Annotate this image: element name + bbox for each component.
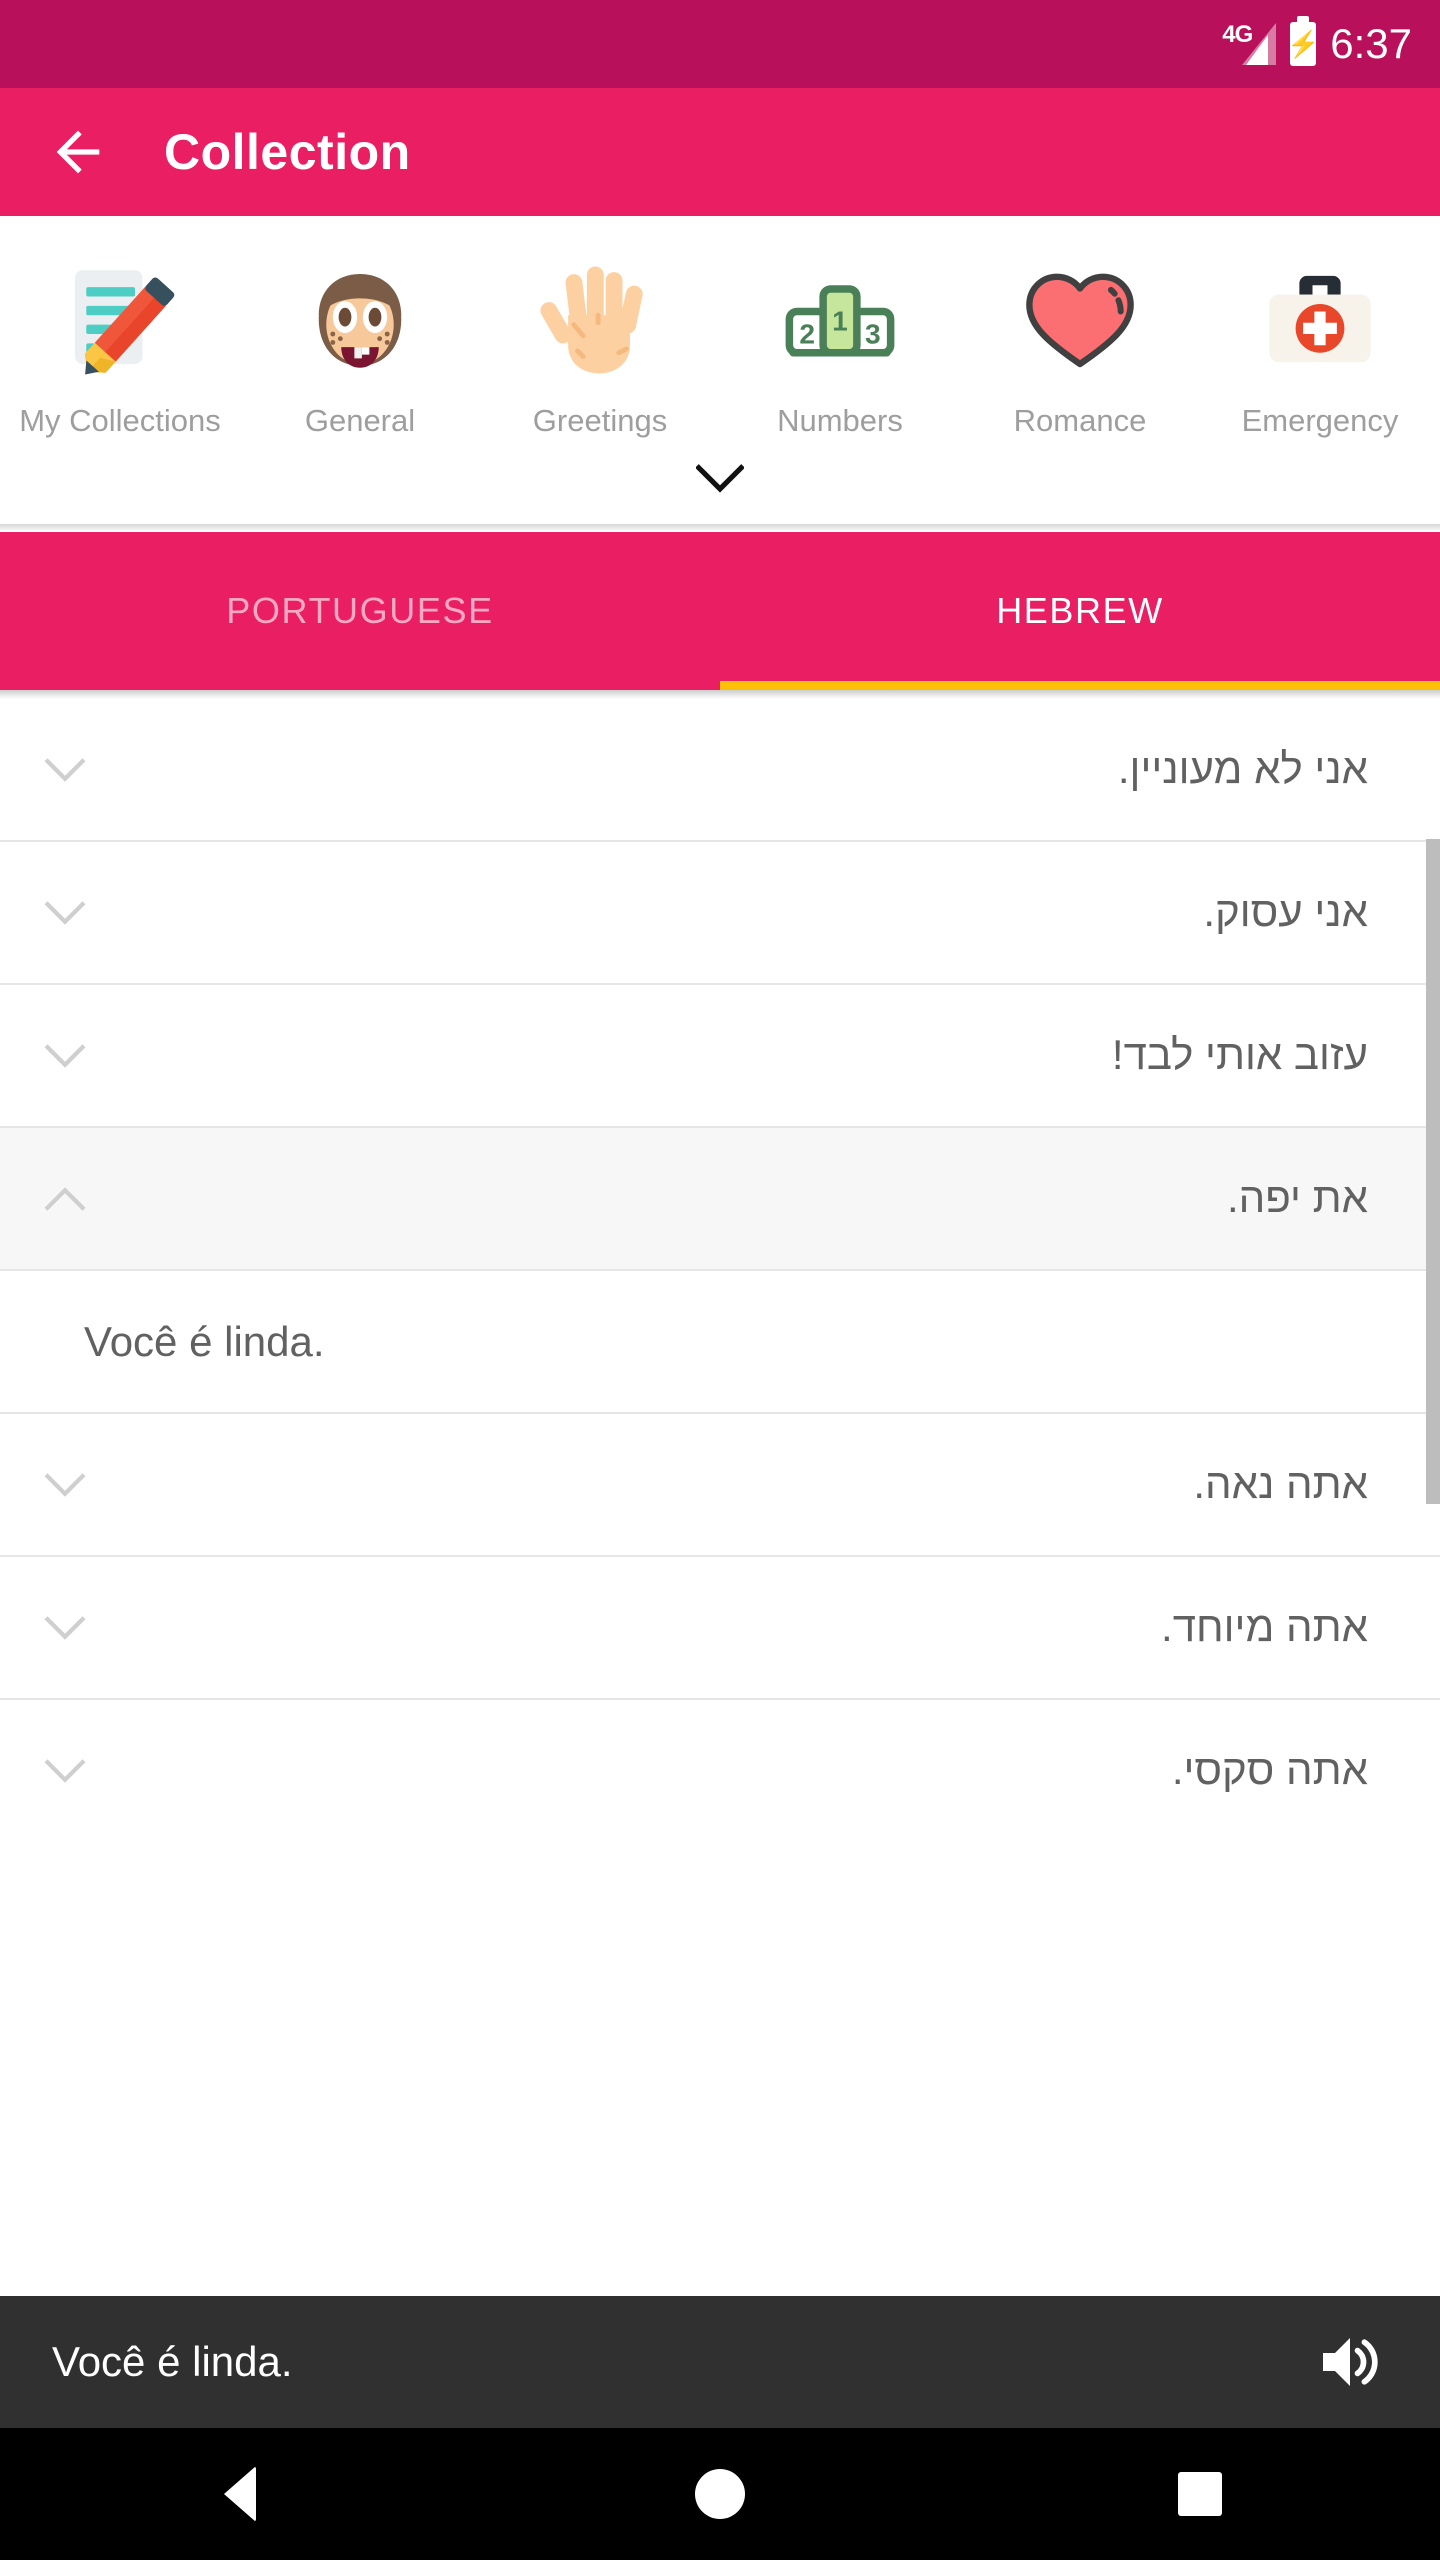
- battery-charging-icon: ⚡: [1287, 16, 1320, 66]
- phrase-text: אתה סקסי.: [1171, 1746, 1368, 1794]
- triangle-back-icon[interactable]: [180, 2434, 300, 2554]
- table-row[interactable]: אני עסוק.: [0, 842, 1440, 986]
- phrase-list[interactable]: אני לא מעוניין. אני עסוק. עזוב אותי לבד!…: [0, 699, 1440, 1830]
- categories-shadow: [0, 524, 1440, 533]
- signal-triangle-fg: [1246, 35, 1269, 65]
- note-pencil-icon: [45, 244, 195, 394]
- clock-label: 6:37: [1330, 20, 1412, 67]
- category-label: Romance: [1013, 403, 1147, 438]
- svg-text:2: 2: [799, 318, 815, 349]
- volume-up-icon[interactable]: [1308, 2320, 1392, 2404]
- recents-square-shape: [1178, 2472, 1222, 2516]
- category-label: Numbers: [777, 403, 903, 438]
- home-circle-shape: [695, 2469, 745, 2519]
- first-aid-kit-icon: [1245, 244, 1395, 394]
- table-row-expanded[interactable]: את יפה.: [0, 1128, 1440, 1272]
- category-item-emergency[interactable]: Emergency: [1200, 244, 1440, 438]
- chevron-down-icon[interactable]: [0, 1472, 130, 1498]
- tab-portuguese[interactable]: PORTUGUESE: [0, 532, 720, 690]
- tab-label: PORTUGUESE: [226, 590, 494, 632]
- chevron-down-icon[interactable]: [0, 1758, 130, 1784]
- table-row[interactable]: אתה נאה.: [0, 1414, 1440, 1558]
- table-row[interactable]: אתה סקסי.: [0, 1700, 1440, 1830]
- phrase-text: עזוב אותי לבד!: [1111, 1031, 1368, 1079]
- podium-icon: 2 1 3: [765, 244, 915, 394]
- category-label: My Collections: [19, 403, 221, 438]
- phrase-text: אתה מיוחד.: [1161, 1603, 1368, 1651]
- square-recents-icon[interactable]: [1140, 2434, 1260, 2554]
- category-label: Greetings: [532, 403, 668, 438]
- chevron-down-icon[interactable]: [0, 757, 130, 783]
- category-item-my-collections[interactable]: My Collections: [0, 244, 240, 438]
- signal-bars-icon: 4G: [1222, 19, 1277, 69]
- audio-player-bar: Você é linda.: [0, 2296, 1440, 2428]
- category-item-numbers[interactable]: 2 1 3 Numbers: [720, 244, 960, 438]
- phrase-text: את יפה.: [1226, 1174, 1368, 1222]
- category-item-romance[interactable]: Romance: [960, 244, 1200, 438]
- list-scrollbar[interactable]: [1426, 839, 1440, 1505]
- app-bar: Collection: [0, 88, 1440, 224]
- player-phrase-label: Você é linda.: [52, 2338, 293, 2385]
- chevron-up-icon[interactable]: [0, 1186, 130, 1212]
- table-row[interactable]: אתה מיוחד.: [0, 1557, 1440, 1701]
- translation-row: Você é linda.: [0, 1271, 1440, 1415]
- face-icon: [285, 244, 435, 394]
- battery-bolt-glyph: ⚡: [1287, 29, 1320, 59]
- svg-text:3: 3: [865, 318, 881, 349]
- category-label: General: [304, 403, 416, 438]
- chevron-down-icon[interactable]: [0, 1615, 130, 1641]
- phrase-text: אני לא מעוניין.: [1117, 745, 1368, 793]
- table-row[interactable]: עזוב אותי לבד!: [0, 985, 1440, 1129]
- table-row[interactable]: אני לא מעוניין.: [0, 699, 1440, 843]
- back-arrow-icon[interactable]: [46, 120, 110, 184]
- tab-active-indicator: [720, 681, 1440, 691]
- expand-categories-button[interactable]: [0, 438, 1440, 524]
- category-item-general[interactable]: General: [240, 244, 480, 438]
- tab-hebrew[interactable]: HEBREW: [720, 532, 1440, 690]
- chevron-down-icon: [695, 463, 745, 499]
- status-bar: 4G ⚡ 6:37: [0, 0, 1440, 88]
- category-label: Emergency: [1241, 403, 1399, 438]
- page-title: Collection: [164, 124, 411, 180]
- android-nav-bar: [0, 2428, 1440, 2560]
- chevron-down-icon[interactable]: [0, 1043, 130, 1069]
- hand-wave-icon: [525, 244, 675, 394]
- category-item-greetings[interactable]: Greetings: [480, 244, 720, 438]
- category-list: My Collections General Greetings 2 1 3 N…: [0, 216, 1440, 438]
- language-tabs: PORTUGUESE HEBREW: [0, 532, 1440, 691]
- heart-icon: [1005, 244, 1155, 394]
- circle-home-icon[interactable]: [660, 2434, 780, 2554]
- tabs-shadow: [0, 690, 1440, 700]
- back-triangle-shape: [224, 2466, 256, 2522]
- tab-label: HEBREW: [996, 590, 1164, 632]
- svg-text:1: 1: [832, 305, 848, 336]
- phrase-text: אני עסוק.: [1203, 888, 1368, 936]
- phrase-text: אתה נאה.: [1193, 1460, 1368, 1508]
- chevron-down-icon[interactable]: [0, 900, 130, 926]
- category-panel: My Collections General Greetings 2 1 3 N…: [0, 216, 1440, 533]
- translation-text: Você é linda.: [84, 1317, 325, 1365]
